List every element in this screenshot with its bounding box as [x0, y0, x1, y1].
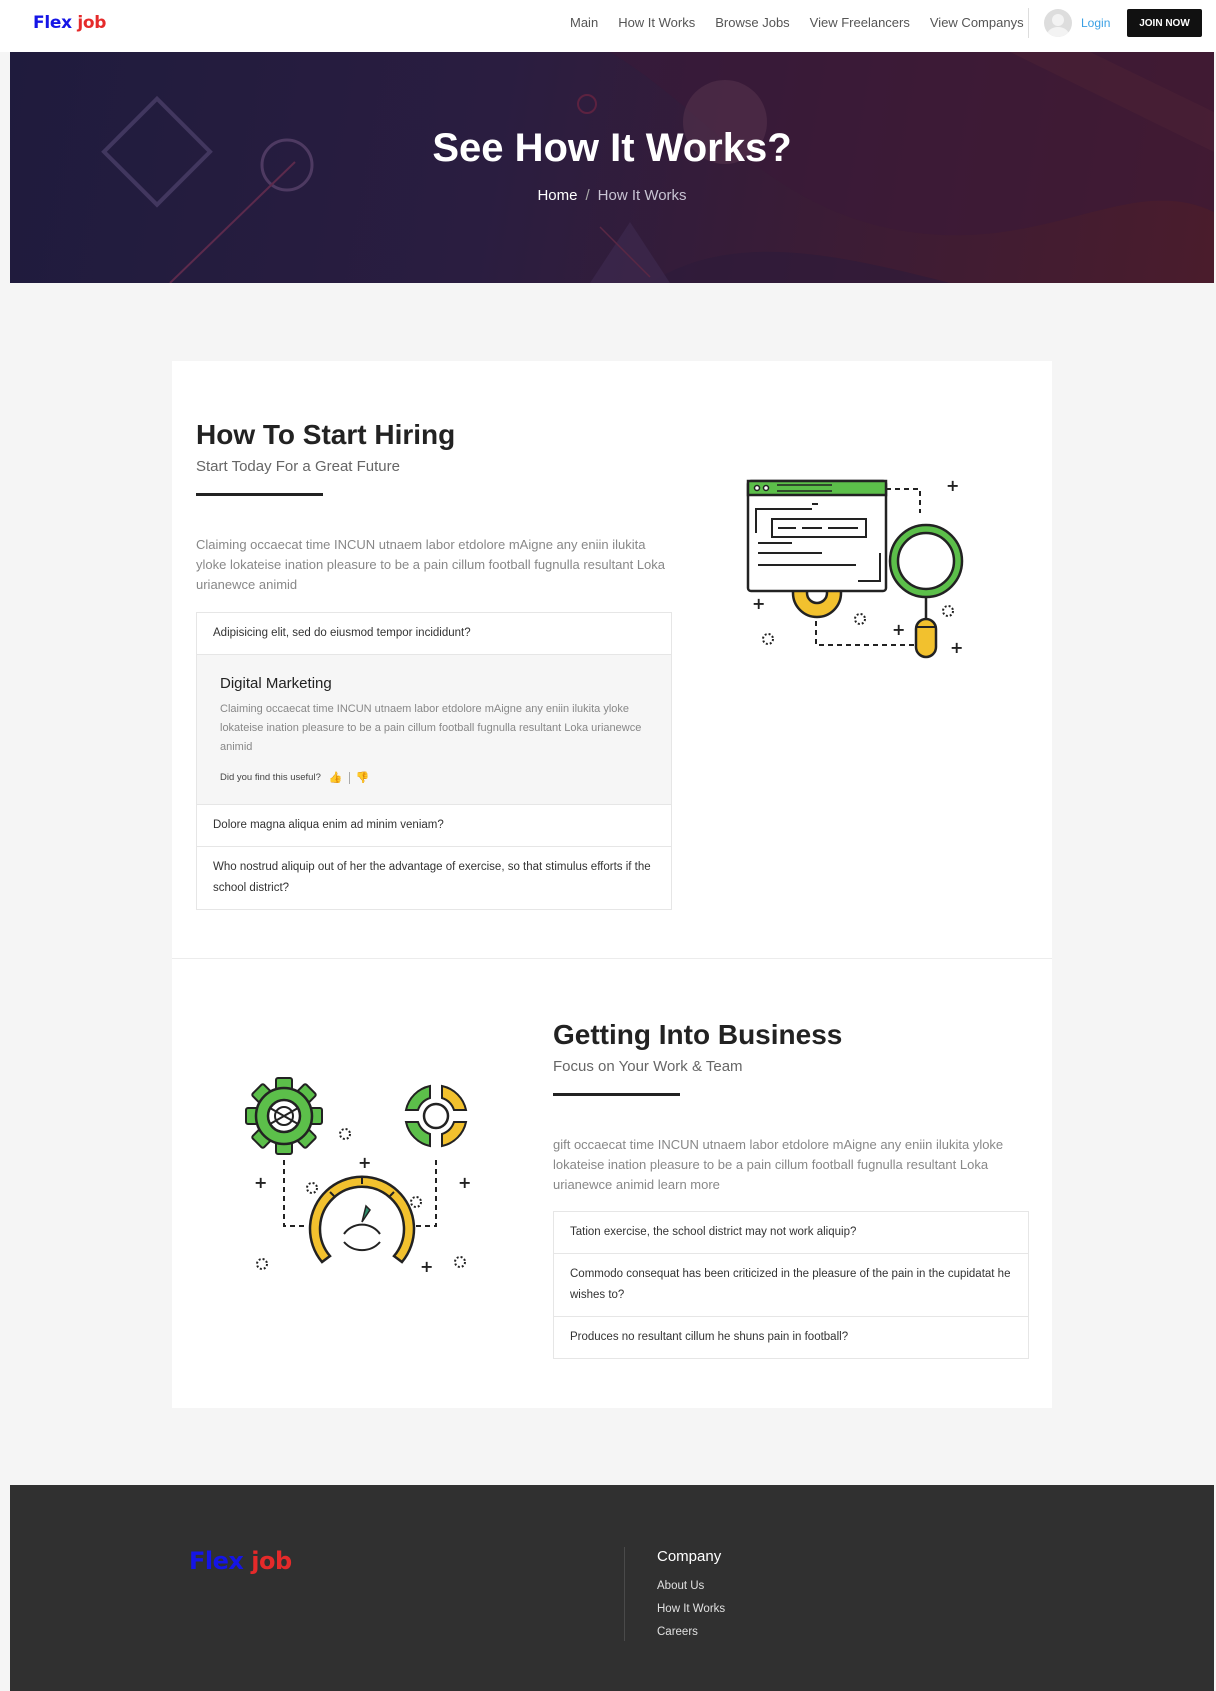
svg-text:+: + [946, 476, 959, 495]
section-underline [553, 1093, 680, 1096]
faq-item[interactable]: Commodo consequat has been criticized in… [554, 1253, 1028, 1316]
business-illustration: + + + + [245, 1077, 471, 1276]
svg-text:+: + [892, 620, 905, 639]
faq-item-expanded: Digital Marketing Claiming occaecat time… [197, 654, 671, 804]
faq-item[interactable]: Tation exercise, the school district may… [554, 1212, 1028, 1253]
svg-text:+: + [752, 594, 765, 613]
site-footer: Flex job Company About Us How It Works C… [10, 1485, 1214, 1691]
svg-text:+: + [358, 1153, 371, 1172]
faq-accordion-hiring: Adipisicing elit, sed do eiusmod tempor … [196, 612, 672, 910]
thumbs-down-icon[interactable]: 👎 [356, 771, 370, 784]
nav-item-view-companys[interactable]: View Companys [930, 15, 1024, 30]
page-title: See How It Works? [432, 126, 792, 170]
svg-text:+: + [950, 638, 963, 657]
svg-text:+: + [254, 1173, 267, 1192]
section-divider [172, 958, 1052, 959]
footer-link-careers[interactable]: Careers [657, 1626, 698, 1638]
footer-heading: Company [657, 1548, 722, 1565]
nav-divider [1028, 8, 1029, 38]
breadcrumb: Home / How It Works [10, 187, 1214, 204]
content-card: How To Start Hiring Start Today For a Gr… [172, 361, 1052, 1408]
footer-logo[interactable]: Flex job [189, 1547, 292, 1575]
brand-logo-part2: job [77, 13, 107, 33]
footer-divider [624, 1547, 625, 1641]
brand-logo[interactable]: Flex job [33, 13, 106, 33]
breadcrumb-home[interactable]: Home [537, 187, 577, 204]
footer-link-about[interactable]: About Us [657, 1580, 704, 1592]
footer-logo-part1: Flex [189, 1547, 244, 1575]
section-title-business: Getting Into Business [553, 1019, 843, 1050]
faq-item[interactable]: Adipisicing elit, sed do eiusmod tempor … [197, 613, 671, 654]
section-subtitle-hiring: Start Today For a Great Future [196, 458, 400, 475]
faq-item[interactable]: Produces no resultant cillum he shuns pa… [554, 1316, 1028, 1358]
faq-accordion-business: Tation exercise, the school district may… [553, 1211, 1029, 1359]
main-menu: Main How It Works Browse Jobs View Freel… [570, 15, 1044, 30]
section-underline [196, 493, 323, 496]
hiring-illustration: + + + + [746, 476, 963, 659]
feedback-question: Did you find this useful? [220, 772, 321, 783]
section-subtitle-business: Focus on Your Work & Team [553, 1058, 743, 1075]
nav-item-main[interactable]: Main [570, 15, 598, 30]
faq-item[interactable]: Who nostrud aliquip out of her the advan… [197, 846, 671, 909]
join-now-button[interactable]: JOIN NOW [1127, 9, 1202, 37]
faq-answer-text: Claiming occaecat time INCUN utnaem labo… [220, 703, 642, 753]
nav-item-view-freelancers[interactable]: View Freelancers [810, 15, 910, 30]
top-navbar: Flex job Main How It Works Browse Jobs V… [0, 0, 1216, 52]
nav-item-browse-jobs[interactable]: Browse Jobs [715, 15, 789, 30]
feedback-row: Did you find this useful? 👍 👎 [220, 771, 647, 784]
faq-answer-title: Digital Marketing [220, 675, 332, 692]
breadcrumb-current: How It Works [597, 187, 687, 204]
settings-gear-icon [245, 1077, 323, 1155]
breadcrumb-separator: / [585, 187, 590, 204]
section-title-hiring: How To Start Hiring [196, 419, 456, 450]
login-link[interactable]: Login [1081, 16, 1110, 30]
nav-item-how-it-works[interactable]: How It Works [618, 15, 695, 30]
page-hero: See How It Works? Home / How It Works [10, 52, 1214, 283]
thumbs-up-icon[interactable]: 👍 [329, 771, 343, 784]
section-text-hiring: Claiming occaecat time INCUN utnaem labo… [196, 537, 666, 592]
svg-text:+: + [458, 1173, 471, 1192]
target-icon [404, 1084, 468, 1148]
speedometer-icon [308, 1175, 416, 1264]
feedback-divider [348, 771, 350, 784]
user-avatar-icon[interactable] [1044, 9, 1072, 37]
svg-text:+: + [420, 1257, 433, 1276]
brand-logo-part1: Flex [33, 13, 72, 33]
footer-link-how-it-works[interactable]: How It Works [657, 1603, 725, 1615]
faq-item[interactable]: Dolore magna aliqua enim ad minim veniam… [197, 804, 671, 846]
footer-logo-part2: job [251, 1547, 292, 1575]
section-text-business: gift occaecat time INCUN utnaem labor et… [553, 1137, 1004, 1192]
